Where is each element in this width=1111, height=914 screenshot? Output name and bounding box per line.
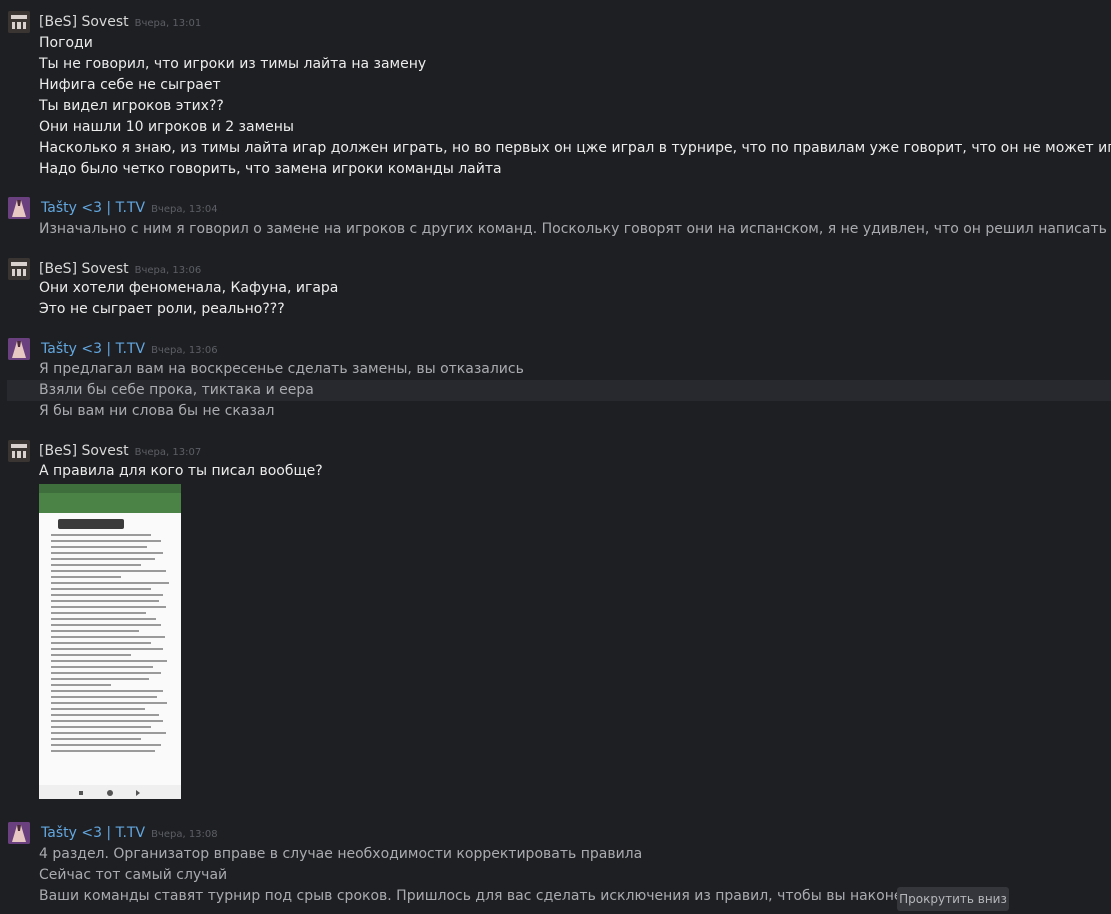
message-line: Это не сыграет роли, реально??? [39,301,285,317]
message-timestamp: Вчера, 13:07 [134,447,202,458]
message-line: Погоди [39,35,93,51]
message-line: Взяли бы себе прока, тиктака и еера [7,380,1111,401]
message-line: Я бы вам ни слова бы не сказал [39,403,275,419]
message-line: Они нашли 10 игроков и 2 замены [39,119,294,135]
author-name[interactable]: Tašty <3 | T.TV [41,200,145,216]
message-header: [BeS] Sovest Вчера, 13:07 [39,440,201,462]
message-timestamp: Вчера, 13:01 [134,18,202,29]
bes-logo-avatar-icon[interactable] [8,258,30,280]
message-header: Tašty <3 | T.TV Вчера, 13:08 [41,822,218,844]
message-line: 4 раздел. Организатор вправе в случае не… [39,846,643,862]
user-avatar-icon[interactable] [8,197,30,219]
author-name[interactable]: Tašty <3 | T.TV [41,825,145,841]
message-line: Ты не говорил, что игроки из тимы лайта … [39,56,427,72]
author-name[interactable]: Tašty <3 | T.TV [41,341,145,357]
bes-logo-avatar-icon[interactable] [8,11,30,33]
message-line: Изначально с ним я говорил о замене на и… [39,221,1111,237]
spoiler-tag [58,519,124,529]
author-name[interactable]: [BeS] Sovest [39,443,129,459]
user-avatar-icon[interactable] [8,822,30,844]
phone-nav-bar [39,785,181,799]
screenshot-text-lines [51,534,173,756]
message-line: Они хотели феноменала, Кафуна, игара [39,280,339,296]
message-line: Ты видел игроков этих?? [39,98,224,114]
message-timestamp: Вчера, 13:04 [151,204,218,215]
message-header: [BeS] Sovest Вчера, 13:06 [39,258,201,280]
message-timestamp: Вчера, 13:08 [151,829,218,840]
message-timestamp: Вчера, 13:06 [134,265,202,276]
message-line: А правила для кого ты писал вообще? [39,463,323,479]
message-line: Нифига себе не сыграет [39,77,221,93]
phone-app-bar [39,493,181,513]
chat-history: [BeS] Sovest Вчера, 13:01 Погоди Ты не го… [0,0,1111,914]
user-avatar-icon[interactable] [8,338,30,360]
message-header: Tašty <3 | T.TV Вчера, 13:04 [41,197,218,219]
author-name[interactable]: [BeS] Sovest [39,14,129,30]
message-timestamp: Вчера, 13:06 [151,345,218,356]
message-line: Я предлагал вам на воскресенье сделать з… [39,361,524,377]
phone-screenshot-image[interactable] [39,484,181,799]
message-header: [BeS] Sovest Вчера, 13:01 [39,11,201,33]
author-name[interactable]: [BeS] Sovest [39,261,129,277]
message-line: Насколько я знаю, из тимы лайта игар дол… [39,140,1111,156]
phone-status-bar [39,484,181,493]
scroll-to-bottom-button[interactable]: Прокрутить вниз [897,887,1009,911]
bes-logo-avatar-icon[interactable] [8,440,30,462]
message-line: Надо было четко говорить, что замена игр… [39,161,502,177]
message-header: Tašty <3 | T.TV Вчера, 13:06 [41,338,218,360]
message-line: Сейчас тот самый случай [39,867,228,883]
